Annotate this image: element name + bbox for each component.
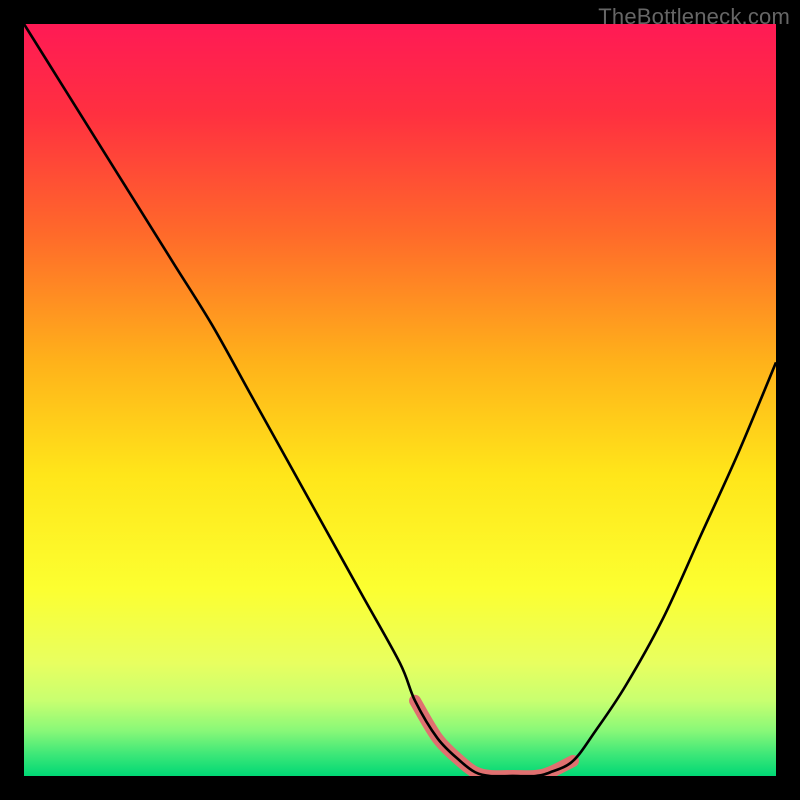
plot-area bbox=[24, 24, 776, 776]
curve-layer bbox=[24, 24, 776, 776]
chart-frame: TheBottleneck.com bbox=[0, 0, 800, 800]
main-curve bbox=[24, 24, 776, 776]
